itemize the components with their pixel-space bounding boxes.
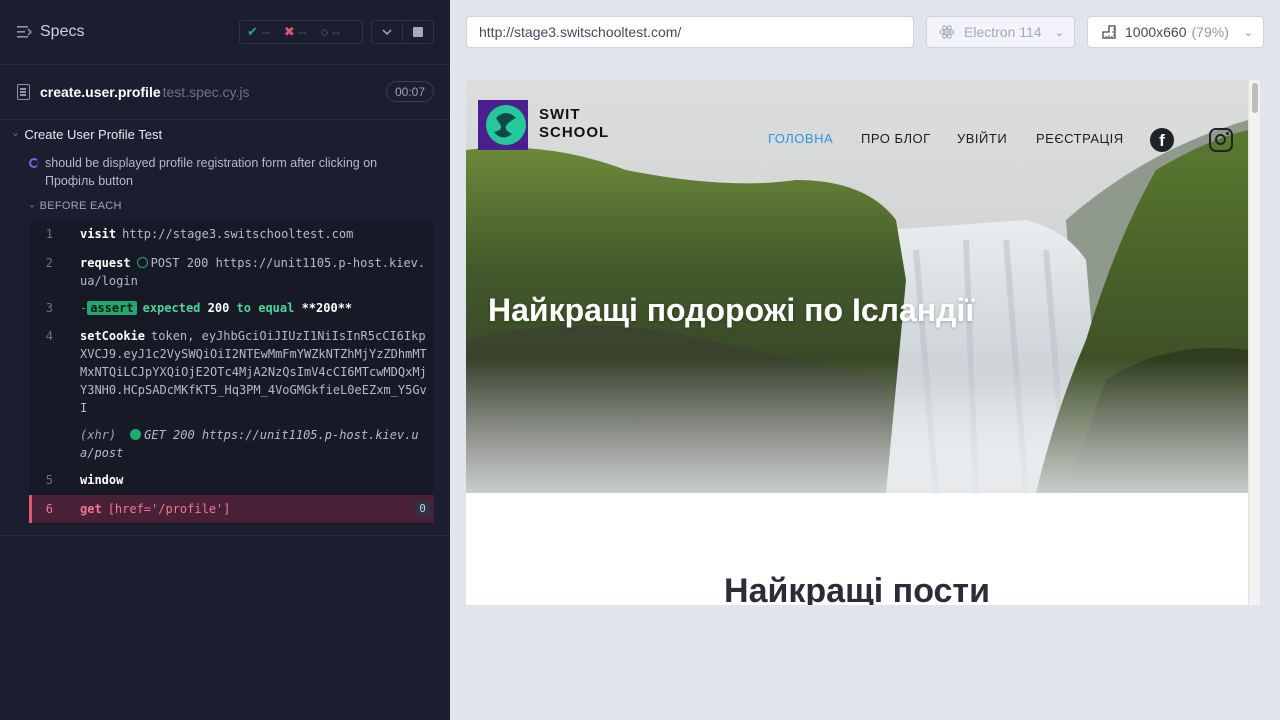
nav-login-link[interactable]: УВІЙТИ — [957, 131, 1007, 146]
chevron-down-icon: › — [10, 132, 22, 137]
command-body: (xhr) GET 200 https://unit1105.p-host.kie… — [80, 426, 430, 462]
command-log: 1 visit http://stage3.switschooltest.com … — [29, 221, 434, 524]
browser-label: Electron 114 — [964, 24, 1042, 40]
nav-home-link[interactable]: ГОЛОВНА — [768, 131, 833, 146]
stop-button[interactable] — [402, 20, 434, 44]
check-icon: ✔ — [247, 24, 258, 39]
suite-title-text: Create User Profile Test — [24, 127, 163, 142]
command-message: http://stage3.switschooltest.com — [122, 227, 354, 241]
reporter-panel: Specs ✔ -- ✖ -- ◌ -- create.user.profile… — [0, 0, 450, 720]
ruler-icon — [1102, 25, 1116, 39]
divider — [0, 535, 450, 536]
viewport-size: 1000x660 — [1125, 24, 1187, 40]
passed-count: -- — [261, 25, 270, 39]
command-body: visit http://stage3.switschooltest.com — [80, 225, 430, 243]
app-under-test[interactable]: SWIT SCHOOL ГОЛОВНА ПРО БЛОГ УВІЙТИ РЕЄС… — [466, 80, 1260, 605]
spec-file-header: create.user.profile test.spec.cy.js 00:07 — [0, 64, 450, 120]
logo-line-1: SWIT — [539, 106, 581, 123]
spec-ext: test.spec.cy.js — [162, 84, 250, 100]
command-message: [href='/profile'] — [107, 502, 231, 516]
assert-value: 200 — [207, 301, 230, 315]
hook-header[interactable]: › BEFORE EACH — [26, 200, 122, 212]
chevron-down-icon: ⌄ — [1243, 27, 1253, 39]
command-message: POST 200 https://unit1105.p-host.kiev.ua… — [80, 256, 426, 288]
command-number: 4 — [45, 329, 53, 343]
status-circle-icon — [136, 257, 148, 268]
spinner-icon: ◌ — [320, 25, 328, 39]
swit-school-logo-icon[interactable] — [478, 100, 528, 150]
command-number: 6 — [45, 502, 53, 516]
url-text: http://stage3.switschooltest.com/ — [479, 24, 682, 40]
command-number: 2 — [45, 256, 53, 270]
command-row-active[interactable]: 6 get [href='/profile'] 0 — [29, 495, 434, 523]
list-icon[interactable] — [17, 25, 32, 39]
viewport-scale: (79%) — [1191, 24, 1229, 40]
test-title[interactable]: should be displayed profile registration… — [45, 154, 425, 190]
collapse-button[interactable] — [371, 20, 403, 44]
pending-count: -- — [331, 25, 340, 39]
command-body: get [href='/profile'] — [80, 500, 430, 518]
failed-count: -- — [298, 25, 307, 39]
command-name: request — [80, 256, 131, 270]
viewport-selector[interactable]: 1000x660 (79%) ⌄ — [1087, 16, 1264, 48]
assert-text: to equal — [236, 301, 295, 315]
command-name: visit — [80, 227, 117, 241]
status-circle-icon — [130, 429, 142, 440]
logo-line-2: SCHOOL — [539, 124, 610, 141]
electron-icon — [939, 25, 955, 39]
specs-header: Specs ✔ -- ✖ -- ◌ -- — [0, 0, 450, 64]
duration-badge: 00:07 — [386, 81, 434, 102]
command-body: - assert expected 200 to equal **200** — [80, 299, 430, 317]
x-icon: ✖ — [283, 24, 295, 39]
command-name: get — [80, 502, 102, 516]
command-name: window — [80, 473, 124, 487]
chevron-down-icon: › — [26, 204, 38, 208]
command-number: 3 — [45, 301, 53, 315]
assert-badge: assert — [87, 301, 137, 315]
command-name: setCookie — [80, 329, 146, 343]
command-name: (xhr) — [80, 428, 117, 442]
pending-stat: ◌ -- — [314, 25, 347, 39]
command-body: window — [80, 471, 430, 489]
spec-name[interactable]: create.user.profile test.spec.cy.js — [40, 84, 250, 100]
nav-register-link[interactable]: РЕЄСТРАЦІЯ — [1036, 131, 1124, 146]
instagram-icon[interactable] — [1209, 128, 1233, 152]
chevron-down-icon: ⌄ — [1054, 27, 1064, 39]
failed-stat: ✖ -- — [277, 24, 314, 40]
command-number: 1 — [45, 227, 53, 241]
test-stats: ✔ -- ✖ -- ◌ -- — [239, 20, 363, 44]
hook-label: BEFORE EACH — [39, 200, 122, 212]
facebook-icon[interactable]: f — [1150, 128, 1174, 152]
hero-banner: SWIT SCHOOL ГОЛОВНА ПРО БЛОГ УВІЙТИ РЕЄС… — [466, 80, 1248, 493]
assert-text: expected — [142, 301, 201, 315]
url-bar[interactable]: http://stage3.switschooltest.com/ — [466, 16, 914, 48]
browser-selector[interactable]: Electron 114 ⌄ — [926, 16, 1075, 48]
scroll-thumb[interactable] — [1252, 83, 1258, 113]
document-icon — [17, 84, 30, 100]
command-number: 5 — [45, 473, 53, 487]
section-title: Найкращі пости — [724, 572, 990, 605]
suite-title[interactable]: › Create User Profile Test — [10, 127, 163, 142]
stop-icon — [413, 27, 423, 37]
chevron-down-icon — [382, 29, 392, 35]
nav-about-link[interactable]: ПРО БЛОГ — [861, 131, 931, 146]
spec-name-text: create.user.profile — [40, 84, 161, 100]
logo-text[interactable]: SWIT SCHOOL — [539, 106, 609, 142]
passed-stat: ✔ -- — [240, 24, 277, 40]
scrollbar[interactable] — [1248, 80, 1260, 605]
element-count-badge: 0 — [415, 501, 430, 517]
assert-value: **200** — [301, 301, 353, 315]
command-body: setCookie token, eyJhbGciOiJIUzI1NiIsInR5… — [80, 327, 430, 417]
running-icon — [29, 158, 39, 168]
specs-title[interactable]: Specs — [40, 23, 84, 41]
command-body: request POST 200 https://unit1105.p-host.… — [80, 254, 430, 290]
hero-title: Найкращі подорожі по Ісландії — [488, 292, 975, 328]
